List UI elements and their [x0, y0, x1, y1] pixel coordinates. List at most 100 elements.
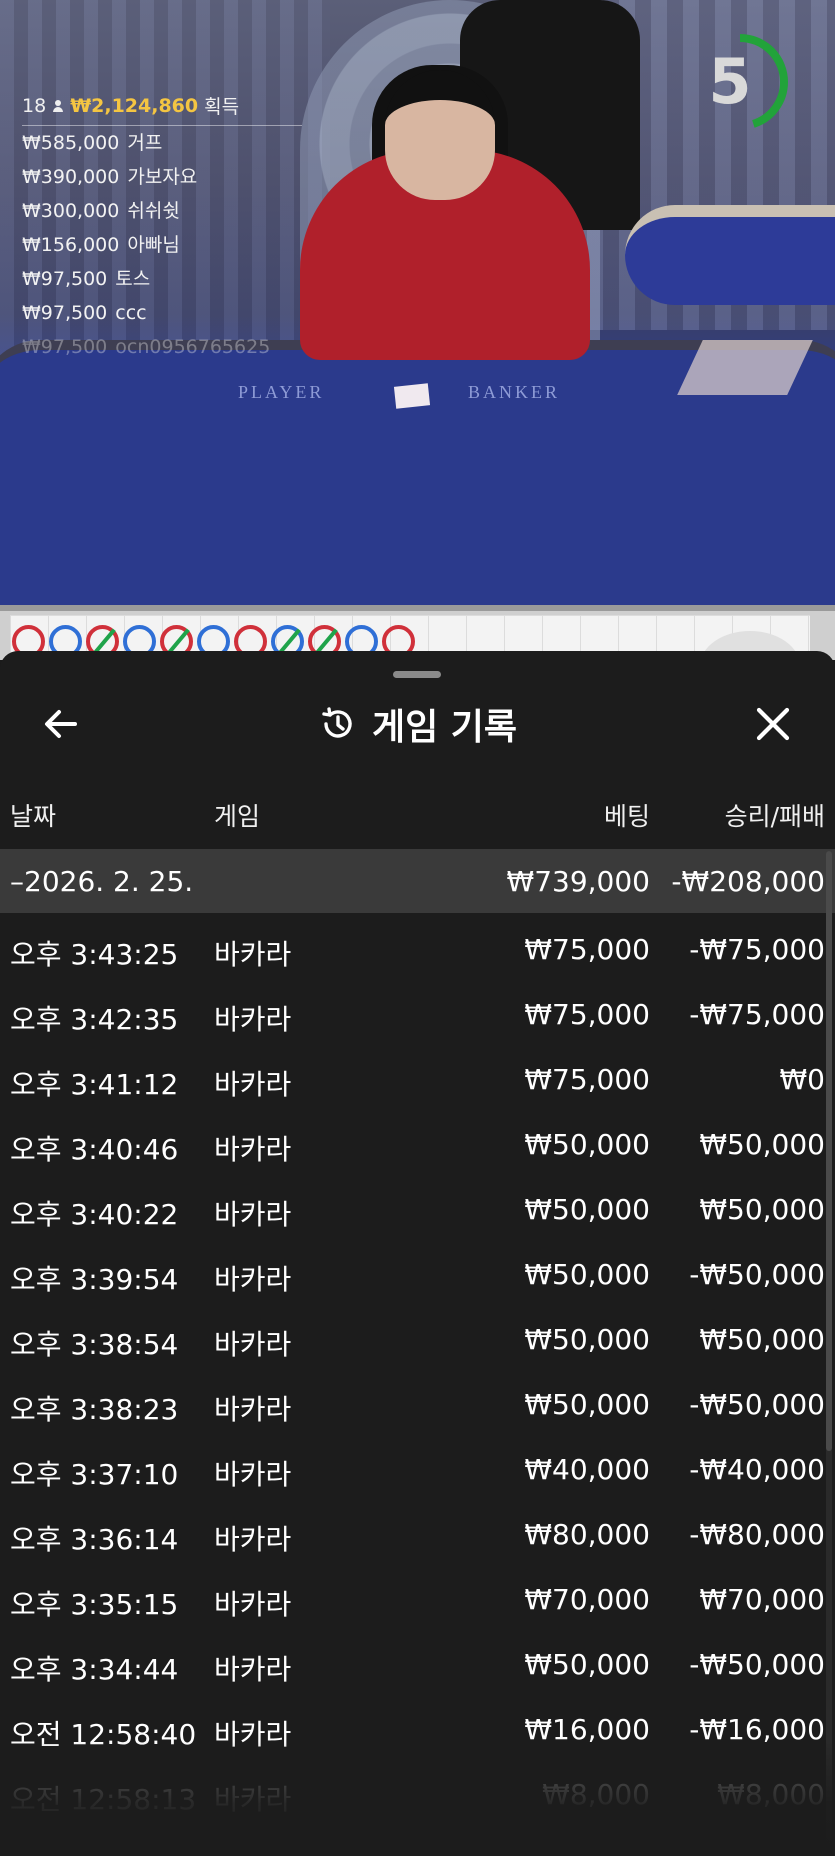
row-game: 바카라 — [214, 1783, 292, 1816]
row-result: -₩75,000 — [689, 933, 825, 966]
history-rows: 오후 3:43:25 바카라 ₩75,000 -₩75,000 오후 3:42:35 바카… — [0, 916, 835, 1826]
row-result: -₩16,000 — [689, 1713, 825, 1746]
row-result: ₩50,000 — [699, 1323, 825, 1356]
row-result: ₩70,000 — [699, 1583, 825, 1616]
row-time: 오후 3:41:12 — [10, 1068, 179, 1101]
history-row[interactable]: 오후 3:40:22 바카라 ₩50,000 ₩50,000 — [0, 1176, 835, 1241]
leaderboard-row: ₩300,000 쉬쉬쉿 — [22, 194, 302, 228]
row-game: 바카라 — [214, 1328, 292, 1361]
arrow-left-icon — [45, 710, 77, 738]
history-row[interactable]: 오후 3:37:10 바카라 ₩40,000 -₩40,000 — [0, 1436, 835, 1501]
sheet-drag-handle[interactable] — [393, 671, 441, 678]
history-row[interactable]: 오후 3:38:54 바카라 ₩50,000 ₩50,000 — [0, 1306, 835, 1371]
leaderboard-list: ₩585,000 거프 ₩390,000 가보자요 ₩300,000 쉬쉬쉿 ₩156,00… — [22, 126, 302, 364]
col-bet-header: 베팅 — [603, 802, 650, 831]
date-group-row[interactable]: –2026. 2. 25. ₩739,000 -₩208,000 — [0, 849, 835, 913]
row-result: ₩0 — [779, 1063, 826, 1096]
row-game: 바카라 — [214, 1458, 292, 1491]
scrollbar[interactable] — [826, 851, 832, 1851]
row-bet: ₩50,000 — [524, 1648, 650, 1681]
history-row[interactable]: 오전 12:58:40 바카라 ₩16,000 -₩16,000 — [0, 1696, 835, 1761]
dealer-head — [385, 70, 495, 200]
history-row[interactable]: 오후 3:34:44 바카라 ₩50,000 -₩50,000 — [0, 1631, 835, 1696]
leaderboard-row: ₩97,500 토스 — [22, 262, 302, 296]
table-header: 날짜 게임 베팅 승리/패배 — [0, 797, 835, 837]
close-button[interactable] — [748, 699, 798, 749]
row-game: 바카라 — [214, 1653, 292, 1686]
row-time: 오후 3:42:35 — [10, 1003, 179, 1036]
row-bet: ₩40,000 — [524, 1453, 650, 1486]
leaderboard-amount: ₩156,000 — [22, 234, 120, 256]
row-time: 오후 3:35:15 — [10, 1588, 179, 1621]
row-bet: ₩50,000 — [524, 1258, 650, 1291]
row-time: 오후 3:34:44 — [10, 1653, 179, 1686]
sheet-title-wrap: 게임 기록 — [0, 687, 835, 761]
leaderboard-header: 18 ₩2,124,860 획득 — [22, 92, 302, 126]
row-result: -₩50,000 — [689, 1258, 825, 1291]
row-bet: ₩8,000 — [542, 1778, 650, 1811]
history-row[interactable]: 오후 3:35:15 바카라 ₩70,000 ₩70,000 — [0, 1566, 835, 1631]
col-date-header: 날짜 — [10, 802, 57, 831]
history-row[interactable]: 오전 12:58:13 바카라 ₩8,000 ₩8,000 — [0, 1761, 835, 1826]
history-clock-icon — [322, 707, 352, 738]
history-row[interactable]: 오후 3:40:46 바카라 ₩50,000 ₩50,000 — [0, 1111, 835, 1176]
won-label: 획득 — [204, 96, 240, 118]
row-time: 오전 12:58:40 — [10, 1718, 197, 1751]
col-result-header: 승리/패배 — [724, 802, 825, 831]
playing-card — [393, 383, 431, 409]
group-date: –2026. 2. 25. — [10, 865, 194, 898]
total-won-amount: ₩2,124,860 — [70, 94, 199, 117]
row-time: 오후 3:38:54 — [10, 1328, 179, 1361]
row-result: ₩50,000 — [699, 1128, 825, 1161]
history-row[interactable]: 오후 3:39:54 바카라 ₩50,000 -₩50,000 — [0, 1241, 835, 1306]
row-result: ₩8,000 — [717, 1778, 825, 1811]
leaderboard-row: ₩156,000 아빠님 — [22, 228, 302, 262]
row-game: 바카라 — [214, 1588, 292, 1621]
row-time: 오전 12:58:13 — [10, 1783, 197, 1816]
row-result: -₩75,000 — [689, 998, 825, 1031]
row-bet: ₩75,000 — [524, 998, 650, 1031]
row-game: 바카라 — [214, 1133, 292, 1166]
game-history-sheet: 게임 기록 날짜 게임 베팅 승리/패배 –2026. 2. 25. ₩739,… — [0, 651, 835, 1856]
timer-seconds: 5 — [708, 45, 752, 118]
leaderboard-row: ₩585,000 거프 — [22, 126, 302, 160]
row-game: 바카라 — [214, 1263, 292, 1296]
row-time: 오후 3:40:22 — [10, 1198, 179, 1231]
row-bet: ₩80,000 — [524, 1518, 650, 1551]
history-row[interactable]: 오후 3:43:25 바카라 ₩75,000 -₩75,000 — [0, 916, 835, 981]
row-result: -₩50,000 — [689, 1648, 825, 1681]
history-row[interactable]: 오후 3:36:14 바카라 ₩80,000 -₩80,000 — [0, 1501, 835, 1566]
row-bet: ₩75,000 — [524, 933, 650, 966]
history-row[interactable]: 오후 3:41:12 바카라 ₩75,000 ₩0 — [0, 1046, 835, 1111]
table-label-player: PLAYER — [238, 382, 325, 402]
row-result: -₩40,000 — [689, 1453, 825, 1486]
row-game: 바카라 — [214, 1523, 292, 1556]
countdown-timer: 5 — [690, 32, 790, 132]
leaderboard-row: ₩97,500 ocn0956765625 — [22, 330, 302, 364]
leaderboard-player-name: 아빠님 — [127, 234, 180, 256]
scrollbar-thumb[interactable] — [826, 851, 832, 1451]
row-bet: ₩50,000 — [524, 1388, 650, 1421]
row-result: -₩80,000 — [689, 1518, 825, 1551]
history-row[interactable]: 오후 3:42:35 바카라 ₩75,000 -₩75,000 — [0, 981, 835, 1046]
col-game-header: 게임 — [214, 802, 261, 831]
leaderboard-row: ₩97,500 ccc — [22, 296, 302, 330]
row-result: -₩50,000 — [689, 1388, 825, 1421]
history-row[interactable]: 오후 3:38:23 바카라 ₩50,000 -₩50,000 — [0, 1371, 835, 1436]
user-icon — [52, 99, 64, 112]
players-count: 18 — [22, 94, 47, 117]
back-button[interactable] — [36, 699, 86, 749]
leaderboard-amount: ₩300,000 — [22, 200, 120, 222]
sheet-header: 게임 기록 — [0, 687, 835, 761]
row-game: 바카라 — [214, 1393, 292, 1426]
row-time: 오후 3:39:54 — [10, 1263, 179, 1296]
row-game: 바카라 — [214, 1068, 292, 1101]
group-result-total: -₩208,000 — [671, 865, 825, 898]
row-result: ₩50,000 — [699, 1193, 825, 1226]
row-game: 바카라 — [214, 1718, 292, 1751]
row-game: 바카라 — [214, 1198, 292, 1231]
sheet-title: 게임 기록 — [371, 707, 517, 748]
row-bet: ₩50,000 — [524, 1128, 650, 1161]
live-video-stream: PLAYER BANKER 18 ₩2,124,860 획득 ₩585,000 거… — [0, 0, 835, 605]
leaderboard-player-name: ocn0956765625 — [115, 336, 271, 358]
